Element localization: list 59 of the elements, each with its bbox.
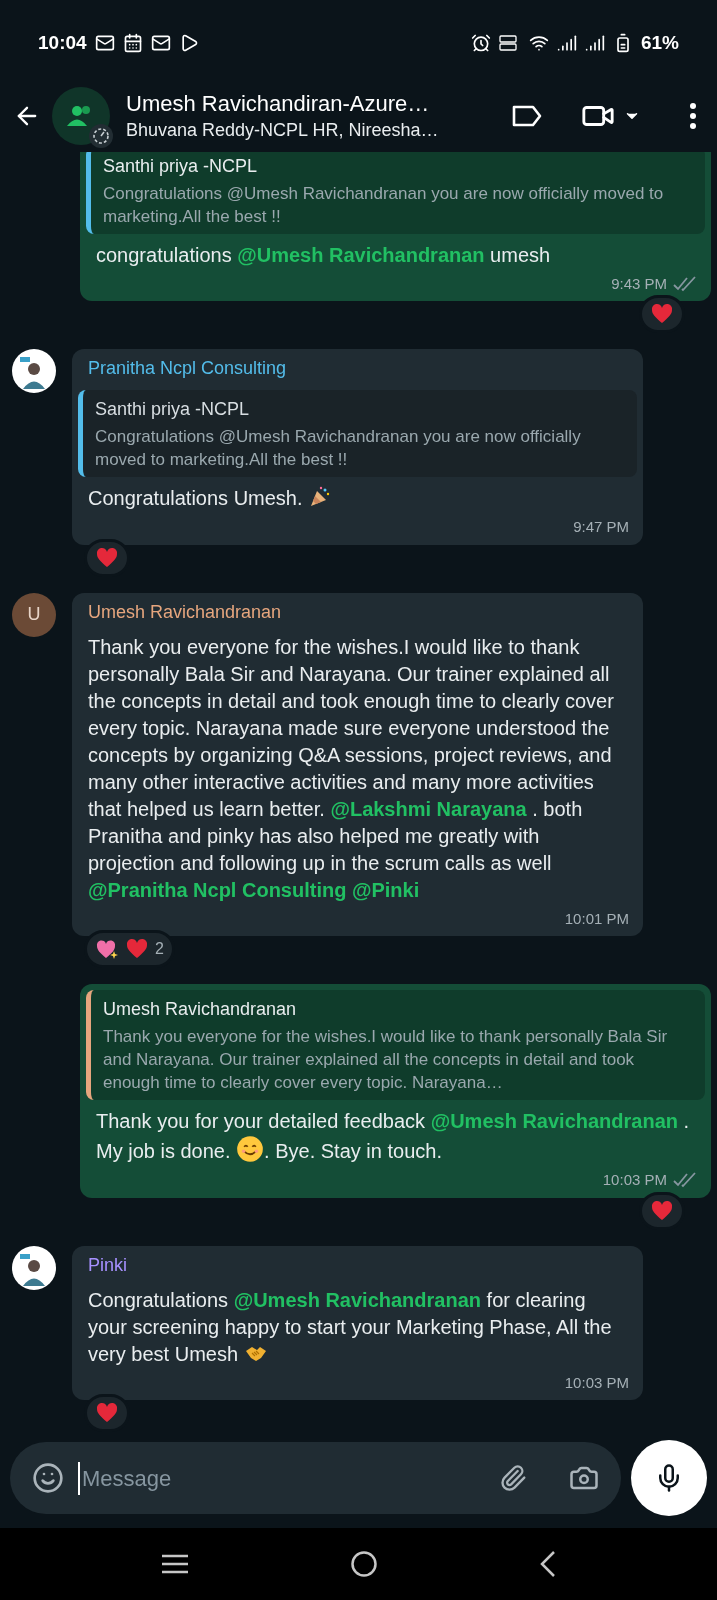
message-text: Congratulations @Umesh Ravichandranan for clearing your screening happy to start your Marketing Phase, All the very best Umesh — [88, 1287, 613, 1367]
reaction-count: 2 — [155, 939, 164, 959]
sticker-icon[interactable] — [32, 1462, 64, 1494]
message-bubble[interactable]: Pranitha Ncpl Consulting Santhi priya -NCPL Congratulations @Umesh Ravichandranan you are now officially moved to marketing.All the best !! Congratulations Umesh. 9:47 PM — [72, 349, 643, 545]
sender-name: Umesh Ravichandranan — [87, 600, 283, 624]
clock-time: 10:04 — [38, 30, 87, 55]
message-time: 10:03 PM — [564, 1372, 629, 1393]
smiling-face-icon — [236, 1135, 265, 1163]
heart-icon — [95, 545, 119, 570]
sparkling-heart-icon — [95, 937, 119, 961]
participants-list: Bhuvana Reddy-NCPL HR, Nireesha… — [126, 118, 495, 142]
avatar[interactable] — [12, 349, 56, 393]
quote-author: Umesh Ravichandranan — [103, 998, 298, 1021]
message-input[interactable]: Message — [78, 1461, 485, 1495]
message-time: 9:43 PM — [611, 273, 667, 294]
reaction-pill[interactable]: 2 — [84, 930, 175, 968]
message-bubble[interactable]: Pinki Congratulations @Umesh Ravichandranan for clearing your screening happy to start your Marketing Phase, All the very best Umesh 10:03 PM — [72, 1245, 643, 1400]
quote-text: Congratulations @Umesh Ravichandranan you are now officially moved to marketing.All the best !! — [95, 426, 582, 471]
message-text: Thank you for your detailed feedback @Umesh Ravichandranan . My job is done. . Bye. Stay in touch. — [96, 1109, 691, 1165]
avatar[interactable] — [12, 1245, 56, 1290]
message-text: congratulations @Umesh Ravichandranan umesh — [96, 242, 552, 268]
battery-percent: 61% — [640, 30, 679, 55]
message-bubble[interactable] — [72, 592, 643, 936]
recent-apps-icon[interactable] — [160, 1553, 189, 1575]
message-bubble[interactable] — [80, 984, 711, 1198]
label-icon — [512, 105, 542, 127]
heart-icon — [650, 302, 674, 326]
message-bubble[interactable]: Santhi priya -NCPL Congratulations @Umesh Ravichandranan you are now officially moved to marketing.All the best !! congratulations @Umesh Ravichandranan umesh 9:43 PM — [80, 152, 711, 301]
message-text: Thank you everyone for the wishes.I would like to thank personally Bala Sir and Narayana. Our trainer explained all the concepts in detail and took enough time to clearly cover every topic. Narayana made sure everyone understood the concepts by organizing Q&A sessions, project reviews, and many other interactive activities and many more activities that helped us learn better. @Lakshmi Narayana . both Pranitha and pinky has also helped me greatly with projection and following up in the scrum calls as well @Pranitha Ncpl Consulting @Pinki — [88, 634, 615, 903]
message-field[interactable]: Message — [10, 1442, 621, 1514]
mail-icon — [150, 33, 171, 53]
signal-icon — [556, 33, 577, 53]
message-time: 10:01 PM — [564, 908, 629, 929]
message-time: 10:03 PM — [602, 1170, 667, 1190]
heart-icon — [95, 1401, 119, 1425]
avatar[interactable]: U — [12, 592, 56, 637]
message-text: Congratulations Umesh. — [88, 485, 627, 512]
quote-author: Santhi priya -NCPL — [103, 154, 259, 178]
chat-title[interactable]: Umesh Ravichandiran-Azure… — [126, 90, 495, 118]
message-time: 9:47 PM — [573, 517, 629, 537]
wifi-icon — [528, 33, 549, 53]
mail-icon — [94, 33, 115, 53]
more-options-icon — [690, 103, 696, 129]
quote-text: Congratulations @Umesh Ravichandranan you are now officially moved to marketing.All the best !! — [103, 182, 665, 228]
sender-name: Pranitha Ncpl Consulting — [87, 357, 288, 380]
signal-icon — [584, 33, 605, 53]
attach-icon[interactable] — [499, 1464, 527, 1492]
heart-icon — [125, 937, 149, 961]
quoted-message[interactable] — [86, 990, 705, 1100]
sender-name: Pinki — [87, 1253, 128, 1277]
back-icon[interactable] — [538, 1550, 557, 1578]
calendar-icon — [122, 33, 143, 53]
home-icon[interactable] — [349, 1550, 378, 1578]
quote-author: Santhi priya -NCPL — [95, 398, 251, 421]
quoted-message[interactable]: Santhi priya -NCPL Congratulations @Umesh Ravichandranan you are now officially moved to marketing.All the best !! — [86, 152, 705, 234]
heart-icon — [650, 1198, 674, 1223]
alarm-icon — [470, 33, 491, 53]
quoted-message[interactable]: Santhi priya -NCPL Congratulations @Umesh Ravichandranan you are now officially moved to marketing.All the best !! — [78, 390, 637, 477]
quote-text: Thank you everyone for the wishes.I would like to thank personally Bala Sir and Narayana. Our trainer explained all the concepts in detail and took enough time to clearly cover every topic. Narayana… — [103, 1026, 669, 1094]
